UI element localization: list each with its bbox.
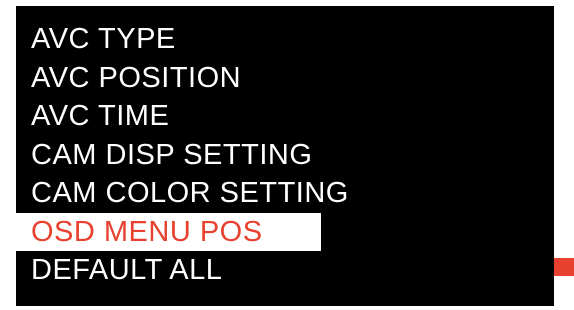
menu-item-avc-time[interactable]: AVC TIME xyxy=(16,97,349,136)
scrollbar-thumb[interactable] xyxy=(554,258,574,276)
menu-item-avc-type[interactable]: AVC TYPE xyxy=(16,20,349,59)
menu-item-avc-position[interactable]: AVC POSITION xyxy=(16,59,349,98)
menu-item-cam-color-setting[interactable]: CAM COLOR SETTING xyxy=(16,174,349,213)
osd-menu-screen: AVC TYPE AVC POSITION AVC TIME CAM DISP … xyxy=(16,6,554,306)
osd-menu-list: AVC TYPE AVC POSITION AVC TIME CAM DISP … xyxy=(16,20,349,290)
menu-item-default-all[interactable]: DEFAULT ALL xyxy=(16,251,349,290)
menu-item-cam-disp-setting[interactable]: CAM DISP SETTING xyxy=(16,136,349,175)
menu-item-osd-menu-pos[interactable]: OSD MENU POS xyxy=(16,212,321,251)
